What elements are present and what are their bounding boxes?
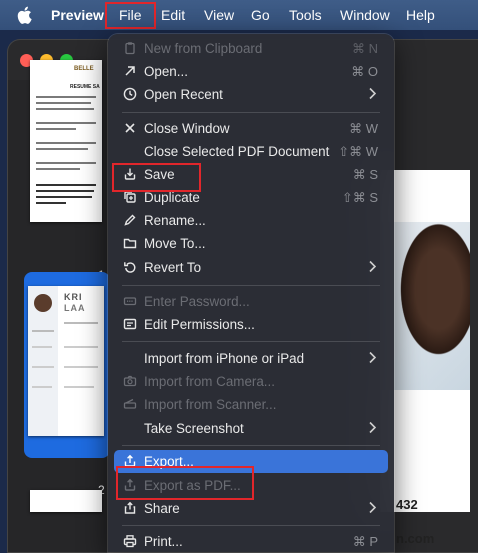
menu-item-close-window[interactable]: Close Window ⌘ W: [114, 117, 388, 140]
pencil-icon: [123, 213, 137, 227]
apple-logo-icon[interactable]: [16, 6, 33, 24]
folder-icon: [123, 236, 137, 250]
menu-item-export[interactable]: Export...: [114, 450, 388, 473]
duplicate-icon: [123, 190, 137, 204]
page-thumbnail-1[interactable]: BELLE RESUME SA: [30, 60, 102, 222]
page-thumbnail-2[interactable]: KRI LAA: [28, 286, 104, 436]
menu-item-revert-to[interactable]: Revert To: [114, 256, 388, 279]
page-thumbnail-3[interactable]: [30, 490, 102, 512]
thumb2-name2: LAA: [64, 303, 86, 313]
chevron-right-icon: [369, 260, 376, 273]
export-pdf-icon: [123, 478, 137, 492]
revert-icon: [123, 260, 137, 274]
menu-item-save[interactable]: Save ⌘ S: [114, 163, 388, 186]
menu-item-export-as-pdf: Export as PDF...: [114, 474, 388, 497]
menubar-help[interactable]: Help: [406, 7, 435, 23]
file-menu: New from Clipboard ⌘ N Open... ⌘ O Open …: [108, 34, 394, 552]
menubar-tools[interactable]: Tools: [289, 7, 322, 23]
menu-item-rename[interactable]: Rename...: [114, 209, 388, 232]
menu-item-import-iphone-ipad[interactable]: Import from iPhone or iPad: [114, 347, 388, 370]
menu-item-print[interactable]: Print... ⌘ P: [114, 530, 388, 553]
menu-bar: Preview File Edit View Go Tools Window H…: [0, 0, 478, 30]
chevron-right-icon: [369, 501, 376, 514]
scanner-icon: [123, 397, 137, 411]
menu-separator: [122, 112, 380, 113]
menu-separator: [122, 285, 380, 286]
menu-item-import-camera: Import from Camera...: [114, 370, 388, 393]
menu-item-move-to[interactable]: Move To...: [114, 232, 388, 255]
thumb2-name: KRI: [64, 292, 83, 302]
menubar-edit[interactable]: Edit: [161, 7, 185, 23]
chevron-right-icon: [369, 351, 376, 364]
document-text-fragment-2: n.com: [396, 531, 435, 546]
menubar-go[interactable]: Go: [251, 7, 270, 23]
thumb-heading: BELLE: [74, 66, 94, 72]
menu-item-edit-permissions[interactable]: Edit Permissions...: [114, 313, 388, 336]
menu-item-import-scanner: Import from Scanner...: [114, 393, 388, 416]
document-text-fragment: 432: [396, 497, 418, 512]
clock-icon: [123, 87, 137, 101]
share-icon: [123, 501, 137, 515]
menubar-view[interactable]: View: [204, 7, 234, 23]
print-icon: [123, 534, 137, 548]
password-icon: [123, 294, 137, 308]
menubar-app-name[interactable]: Preview: [51, 7, 104, 23]
menu-separator: [122, 341, 380, 342]
menu-item-open[interactable]: Open... ⌘ O: [114, 60, 388, 83]
permissions-icon: [123, 317, 137, 331]
close-x-icon: [123, 121, 137, 135]
menu-separator: [122, 525, 380, 526]
menu-item-duplicate[interactable]: Duplicate ⇧⌘ S: [114, 186, 388, 209]
save-icon: [123, 167, 137, 181]
menu-item-take-screenshot[interactable]: Take Screenshot: [114, 417, 388, 440]
menu-item-close-selected-pdf[interactable]: Close Selected PDF Document ⇧⌘ W: [114, 140, 388, 163]
open-arrow-icon: [123, 64, 137, 78]
menubar-file[interactable]: File: [119, 7, 142, 23]
menu-separator: [122, 445, 380, 446]
menubar-window[interactable]: Window: [340, 7, 390, 23]
menu-item-share[interactable]: Share: [114, 497, 388, 520]
camera-icon: [123, 374, 137, 388]
export-icon: [123, 454, 137, 468]
menu-item-open-recent[interactable]: Open Recent: [114, 83, 388, 106]
thumb-title: RESUME SA: [70, 84, 100, 90]
menu-item-enter-password: Enter Password...: [114, 290, 388, 313]
chevron-right-icon: [369, 421, 376, 434]
chevron-right-icon: [369, 87, 376, 100]
menu-item-new-from-clipboard: New from Clipboard ⌘ N: [114, 37, 388, 60]
clipboard-icon: [123, 41, 137, 55]
